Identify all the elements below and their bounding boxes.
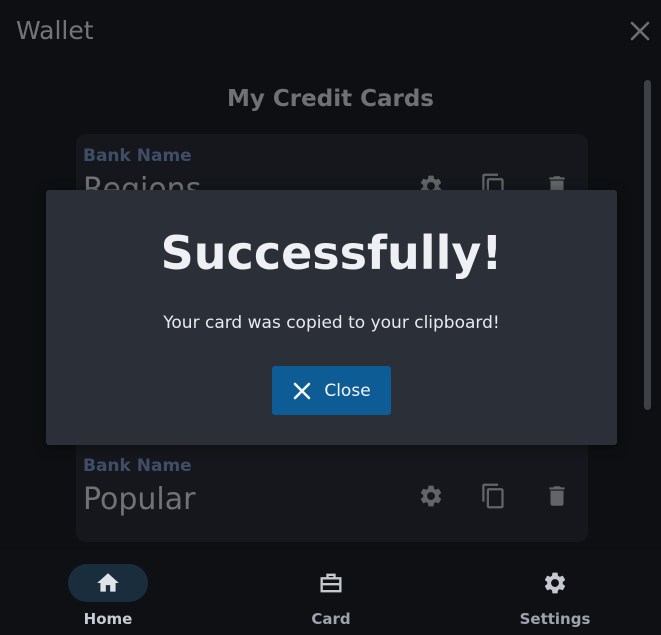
briefcase-icon [320, 573, 342, 593]
bottom-navigation: Home Card Settings [0, 550, 661, 635]
nav-item-settings[interactable]: Settings [475, 562, 635, 632]
wallet-window: Wallet My Credit Cards Bank Name Regions [0, 0, 661, 635]
nav-icon-container [68, 564, 148, 602]
nav-item-card[interactable]: Card [251, 562, 411, 632]
nav-label: Card [311, 610, 351, 628]
nav-label: Settings [519, 610, 591, 628]
nav-label: Home [83, 610, 133, 628]
dialog-message: Your card was copied to your clipboard! [163, 313, 500, 333]
success-dialog: Successfully! Your card was copied to yo… [46, 190, 617, 445]
dialog-close-label: Close [324, 380, 371, 401]
home-icon [97, 573, 119, 592]
nav-icon-container [291, 564, 371, 602]
dialog-close-button[interactable]: Close [272, 366, 391, 415]
nav-icon-container [515, 564, 595, 602]
close-icon [294, 382, 311, 399]
nav-item-home[interactable]: Home [28, 562, 188, 632]
dialog-title: Successfully! [160, 226, 503, 280]
gear-icon [544, 572, 566, 594]
